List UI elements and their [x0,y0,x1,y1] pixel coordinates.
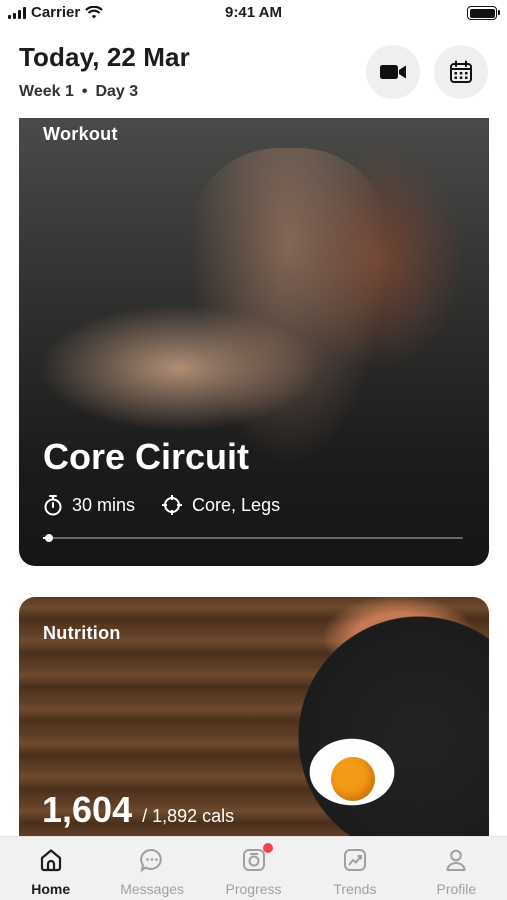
workout-title: Core Circuit [43,436,250,477]
workout-progress-knob [45,534,54,542]
workout-progress-bar [43,534,463,542]
trend-chart-icon [342,847,368,873]
tab-trends-label: Trends [333,881,377,897]
crosshair-icon [162,495,183,515]
focus-label: Core, Legs [192,494,281,515]
workout-label: Workout [43,124,118,144]
tab-home[interactable]: Home [0,837,101,900]
tab-profile-label: Profile [436,881,477,897]
video-button[interactable] [366,45,420,99]
focus-item: Core, Legs [161,494,280,516]
tab-trends[interactable]: Trends [304,837,405,900]
tab-progress[interactable]: Progress [203,837,304,900]
progress-camera-icon [241,843,273,873]
status-bar: Carrier 9:41 AM [0,0,507,28]
stopwatch-icon [44,495,62,516]
week-day-subtitle: Week 1 • Day 3 [19,83,138,101]
tab-profile[interactable]: Profile [406,837,507,900]
tab-home-label: Home [31,881,71,897]
calories-goal: / 1,892 cals [142,806,235,826]
calendar-button[interactable] [434,45,488,99]
duration-label: 30 mins [72,494,136,515]
tab-bar: Home Messages Progress Trends Profile [0,836,507,900]
battery-icon [467,6,500,20]
workout-meta: 30 mins Core, Legs [43,494,280,516]
workout-photo [189,148,389,468]
duration-item: 30 mins [43,494,135,516]
nutrition-label: Nutrition [43,623,121,643]
calories-summary: 1,604 / 1,892 cals [42,789,234,831]
nutrition-card[interactable]: Nutrition 1,604 / 1,892 cals [19,597,489,837]
day-label: Day 3 [95,83,139,100]
person-icon [443,847,469,873]
week-label: Week 1 [19,83,74,100]
status-time: 9:41 AM [225,4,282,21]
calories-consumed: 1,604 [42,789,133,830]
tab-messages[interactable]: Messages [101,837,202,900]
calendar-icon [450,60,472,83]
workout-card[interactable]: Workout Core Circuit 30 mins Core, Legs [19,118,489,566]
video-camera-icon [380,65,406,79]
tab-progress-label: Progress [225,881,282,897]
header: Today, 22 Mar Week 1 • Day 3 [0,28,507,120]
page-title: Today, 22 Mar [19,42,190,72]
home-icon [38,847,64,873]
chat-bubble-icon [139,847,165,873]
separator-dot: • [81,83,88,100]
tab-messages-label: Messages [120,881,185,897]
nutrition-photo [331,757,375,801]
progress-badge [262,843,273,853]
